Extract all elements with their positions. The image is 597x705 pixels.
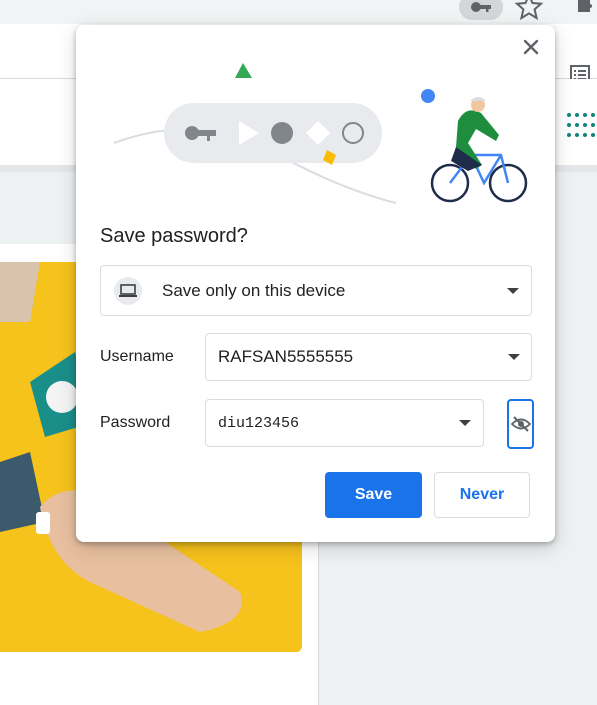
save-password-illustration	[113, 63, 528, 204]
star-icon[interactable]	[514, 0, 544, 22]
username-value: RAFSAN5555555	[218, 347, 354, 366]
save-destination-label: Save only on this device	[162, 281, 346, 300]
save-button[interactable]: Save	[325, 472, 422, 518]
username-label: Username	[100, 348, 174, 365]
browser-toolbar	[0, 0, 597, 24]
password-key-chip[interactable]	[459, 0, 503, 20]
eye-off-icon	[510, 416, 531, 432]
password-value: diu123456	[218, 415, 300, 432]
laptop-icon	[114, 277, 142, 305]
save-password-dialog: Save password? Save only on this device …	[76, 25, 555, 542]
username-field[interactable]: RAFSAN5555555	[205, 333, 532, 381]
password-field[interactable]: diu123456	[205, 399, 484, 447]
password-label: Password	[100, 414, 171, 431]
apps-grid-icon[interactable]	[566, 112, 596, 138]
dialog-title: Save password?	[100, 225, 248, 247]
chevron-down-icon[interactable]	[459, 420, 471, 426]
never-button[interactable]: Never	[434, 472, 530, 518]
chevron-down-icon[interactable]	[508, 354, 520, 360]
save-destination-select[interactable]: Save only on this device	[100, 265, 532, 316]
key-icon	[471, 2, 491, 12]
puzzle-icon[interactable]	[574, 0, 596, 16]
toggle-password-visibility-button[interactable]	[507, 399, 534, 449]
chevron-down-icon	[507, 288, 519, 294]
